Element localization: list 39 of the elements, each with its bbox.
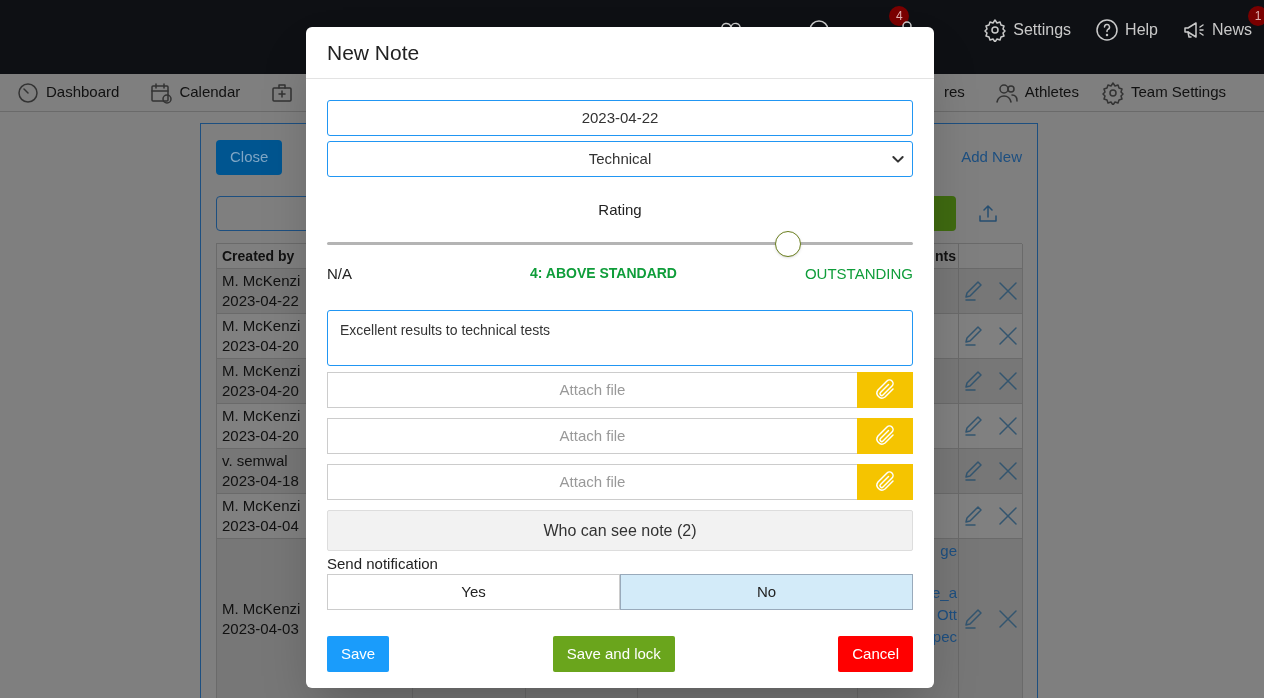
nav-link[interactable]: Team Settings <box>1130 81 1226 104</box>
nav-link[interactable]: Calendar <box>179 81 241 104</box>
attach-file-field[interactable]: Attach file <box>327 464 857 500</box>
date-field[interactable]: 2023-04-22 <box>327 100 913 136</box>
notification-badge: 1 <box>1248 6 1264 26</box>
settings-icon[interactable] <box>983 18 1008 42</box>
attach-file-field[interactable]: Attach file <box>327 418 857 454</box>
attach-file-field[interactable]: Attach file <box>327 372 857 408</box>
save-and-lock-button[interactable]: Save and lock <box>552 636 675 672</box>
toggle-option[interactable]: No <box>620 574 913 610</box>
attach-button[interactable] <box>857 372 913 408</box>
rating-label: Rating <box>598 200 642 220</box>
paperclip-icon <box>873 424 897 448</box>
paperclip-icon <box>873 470 897 494</box>
notification-badge: 4 <box>889 6 910 26</box>
help-icon[interactable] <box>1095 18 1120 42</box>
attach-button[interactable] <box>857 464 913 500</box>
scale-label: OUTSTANDING <box>804 263 913 284</box>
category-select[interactable]: Technical <box>327 141 913 177</box>
top-bar-link[interactable]: Settings <box>1013 18 1072 42</box>
nav-link[interactable]: Athletes <box>1024 81 1079 104</box>
attach-button[interactable] <box>857 418 913 454</box>
column-header[interactable] <box>959 244 1023 269</box>
rating-value: 4: ABOVE STANDARD <box>529 264 677 284</box>
dialog-title: New Note <box>327 39 420 66</box>
top-bar-link[interactable]: Help <box>1125 18 1158 42</box>
cancel-button[interactable]: Cancel <box>838 636 913 672</box>
rating-slider[interactable] <box>327 230 913 257</box>
save-button[interactable]: Save <box>327 636 390 672</box>
calendar-icon[interactable] <box>149 80 174 105</box>
visibility-button[interactable]: Who can see note (2) <box>327 510 913 551</box>
note-text-area[interactable]: Excellent results to technical tests <box>327 310 913 366</box>
dashboard-icon[interactable] <box>16 80 40 105</box>
slider-thumb[interactable] <box>775 230 801 257</box>
toggle-option[interactable]: Yes <box>327 574 620 610</box>
nav-link[interactable]: Dashboard <box>46 81 120 104</box>
close-button[interactable]: Close <box>216 140 283 175</box>
nav-link[interactable]: res <box>943 81 965 104</box>
paperclip-icon <box>873 378 897 402</box>
